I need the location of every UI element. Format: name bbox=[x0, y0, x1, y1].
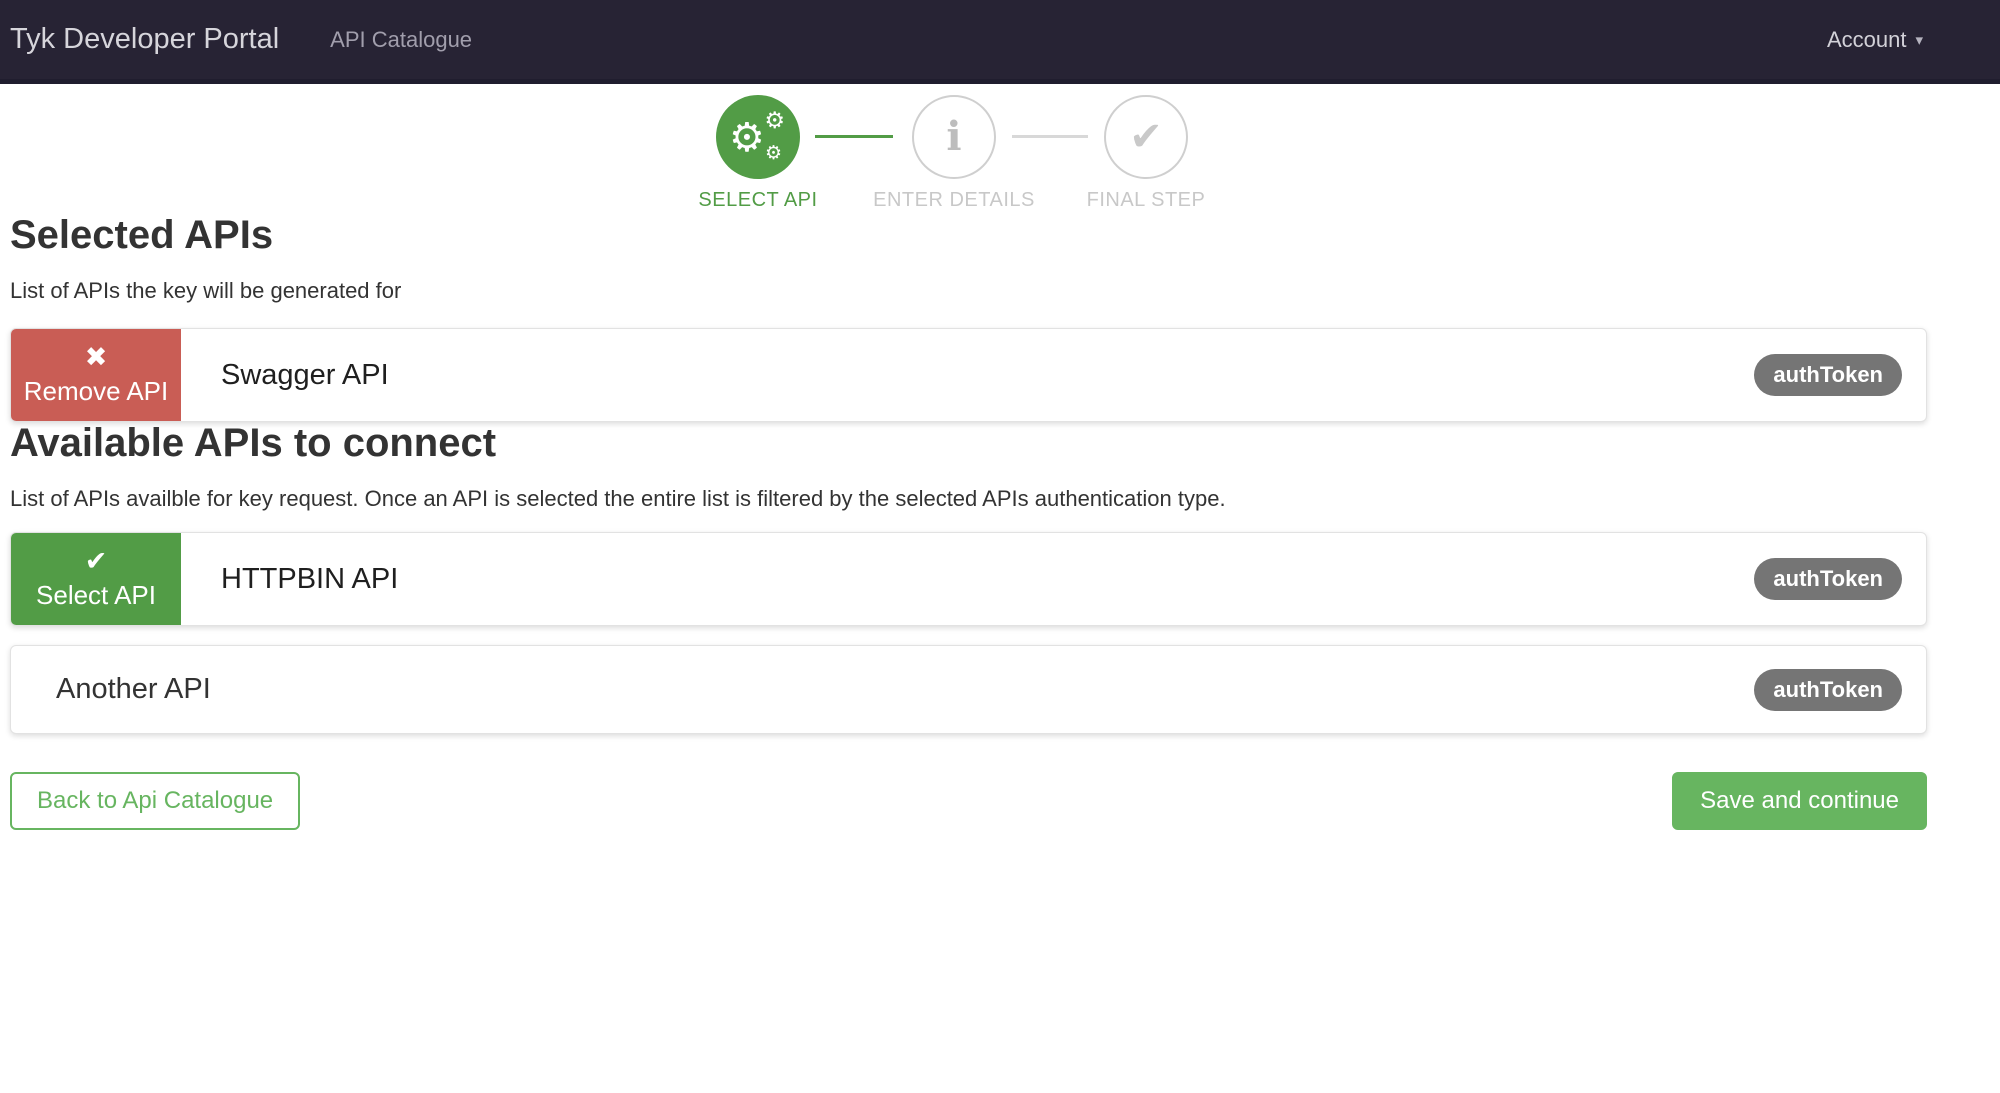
api-name: Another API bbox=[56, 673, 211, 705]
main-content: Selected APIs List of APIs the key will … bbox=[10, 214, 1927, 830]
back-to-catalogue-button[interactable]: Back to Api Catalogue bbox=[10, 772, 301, 830]
account-menu[interactable]: Account ▾ bbox=[1827, 27, 1923, 53]
selected-apis-subtitle: List of APIs the key will be generated f… bbox=[10, 278, 402, 303]
api-row-swagger: ✖ Remove API Swagger API authToken bbox=[10, 328, 1927, 422]
gear-glyph: ⚙ bbox=[729, 115, 765, 161]
api-row-another: Another API authToken bbox=[10, 645, 1927, 734]
auth-type-badge: authToken bbox=[1754, 558, 1902, 600]
remove-api-button[interactable]: ✖ Remove API bbox=[11, 329, 181, 421]
navbar: Tyk Developer Portal API Catalogue Accou… bbox=[0, 0, 2000, 84]
info-icon: i bbox=[946, 113, 962, 160]
step-select-api: ⚙ ⚙ ⚙ bbox=[716, 95, 800, 179]
gear-glyph: ⚙ bbox=[764, 108, 785, 134]
save-and-continue-button[interactable]: Save and continue bbox=[1672, 772, 1927, 830]
auth-type-badge: authToken bbox=[1754, 668, 1902, 711]
nav-item-api-catalogue[interactable]: API Catalogue bbox=[330, 27, 472, 53]
api-name: Swagger API bbox=[221, 358, 389, 391]
selected-apis-title: Selected APIs bbox=[10, 213, 274, 257]
check-icon: ✔ bbox=[84, 545, 108, 577]
step-final-step: ✔ bbox=[1104, 95, 1188, 179]
check-icon: ✔ bbox=[1129, 114, 1163, 160]
stepper-connector-active bbox=[815, 135, 893, 138]
wizard-stepper: ⚙ ⚙ ⚙ i ✔ SELECT API ENTER DETAILS FINAL… bbox=[0, 84, 2000, 214]
remove-api-label: Remove API bbox=[23, 375, 169, 406]
footer-actions: Back to Api Catalogue Save and continue bbox=[10, 772, 1927, 830]
available-apis-title: Available APIs to connect bbox=[10, 421, 497, 465]
api-name: HTTPBIN API bbox=[221, 562, 399, 595]
step-enter-details: i bbox=[912, 95, 996, 179]
x-icon: ✖ bbox=[84, 341, 108, 373]
available-apis-subtitle: List of APIs availble for key request. O… bbox=[10, 486, 1226, 511]
brand-title[interactable]: Tyk Developer Portal bbox=[10, 23, 279, 56]
step-label-final-step: FINAL STEP bbox=[1086, 189, 1206, 211]
select-api-label: Select API bbox=[36, 579, 156, 610]
select-api-button[interactable]: ✔ Select API bbox=[11, 533, 181, 625]
chevron-down-icon: ▾ bbox=[1915, 30, 1923, 49]
stepper-connector bbox=[1012, 135, 1088, 138]
api-row-httpbin: ✔ Select API HTTPBIN API authToken bbox=[10, 532, 1927, 626]
step-label-enter-details: ENTER DETAILS bbox=[873, 189, 1035, 211]
account-label: Account bbox=[1826, 26, 1907, 52]
gears-icon: ⚙ ⚙ ⚙ bbox=[729, 110, 787, 164]
auth-type-badge: authToken bbox=[1754, 354, 1902, 396]
step-label-select-api: SELECT API bbox=[698, 189, 818, 211]
gear-glyph: ⚙ bbox=[764, 142, 782, 164]
